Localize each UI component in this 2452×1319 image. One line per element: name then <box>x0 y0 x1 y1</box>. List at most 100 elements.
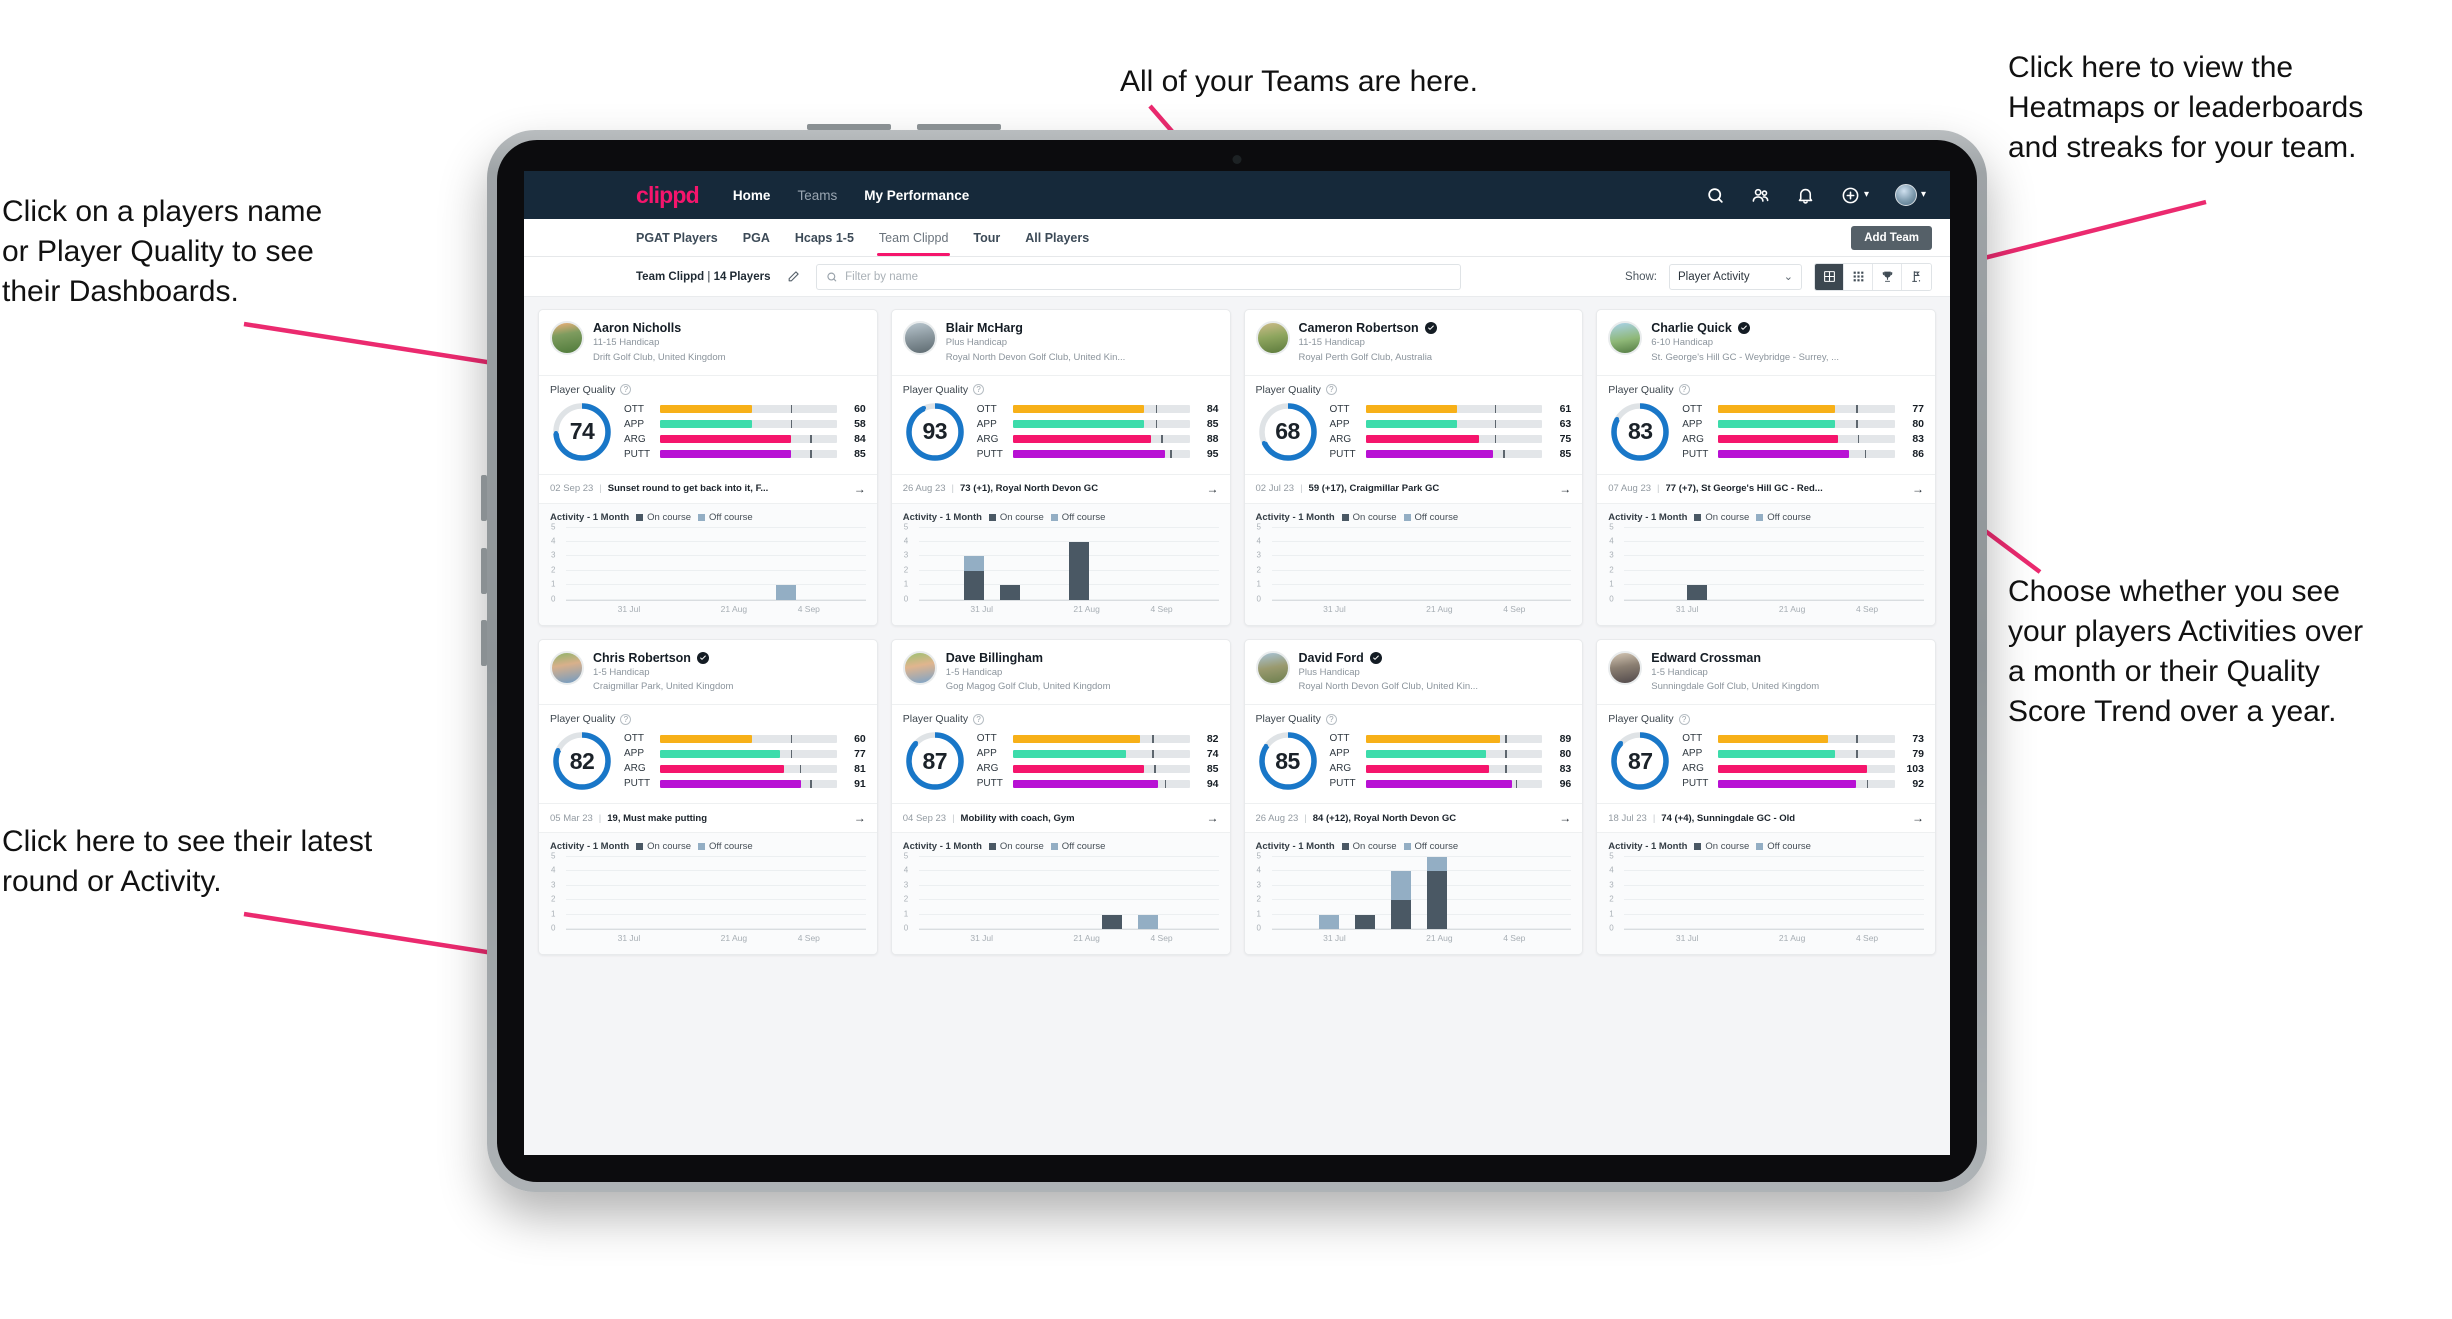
arrow-right-icon[interactable]: → <box>1912 811 1924 825</box>
player-quality-section[interactable]: Player Quality ? 82 OTT 60 APP 77 ARG 81… <box>539 704 877 803</box>
player-quality-ring[interactable]: 87 <box>1608 729 1672 793</box>
help-icon[interactable]: ? <box>1325 384 1337 396</box>
compact-grid-view-icon[interactable] <box>1844 263 1873 290</box>
player-quality-section[interactable]: Player Quality ? 83 OTT 77 APP 80 ARG 83… <box>1597 374 1935 474</box>
player-avatar[interactable] <box>1255 650 1290 685</box>
help-icon[interactable]: ? <box>620 384 632 396</box>
grid-view-icon[interactable] <box>1815 263 1844 290</box>
profile-menu[interactable]: ▾ <box>1894 184 1926 206</box>
player-quality-section[interactable]: Player Quality ? 68 OTT 61 APP 63 ARG 75… <box>1244 374 1583 474</box>
arrow-right-icon[interactable]: → <box>854 811 866 825</box>
tab-hcaps-1-5[interactable]: Hcaps 1-5 <box>795 219 854 256</box>
nav-link-teams[interactable]: Teams <box>797 188 837 203</box>
player-quality-ring[interactable]: 87 <box>903 729 967 793</box>
latest-round-row[interactable]: 07 Aug 23 | 77 (+7), St George's Hill GC… <box>1597 473 1935 503</box>
player-quality-ring[interactable]: 85 <box>1256 729 1320 793</box>
add-menu[interactable]: ▾ <box>1841 186 1869 205</box>
player-avatar[interactable] <box>902 650 937 685</box>
player-card-header[interactable]: Chris Robertson 1-5 Handicap Craigmillar… <box>539 640 877 705</box>
search-icon[interactable] <box>1706 186 1725 205</box>
arrow-right-icon[interactable]: → <box>1207 482 1219 496</box>
search-input[interactable] <box>845 270 1452 283</box>
player-card[interactable]: David Ford Plus Handicap Royal North Dev… <box>1243 638 1584 956</box>
player-avatar[interactable] <box>550 321 584 355</box>
player-avatar[interactable] <box>1608 650 1643 685</box>
latest-round-row[interactable]: 18 Jul 23 | 74 (+4), Sunningdale GC - Ol… <box>1597 803 1935 832</box>
latest-round-row[interactable]: 26 Aug 23 | 84 (+12), Royal North Devon … <box>1244 803 1583 832</box>
clippd-logo[interactable]: clippd <box>636 182 700 209</box>
arrow-right-icon[interactable]: → <box>1559 811 1571 825</box>
player-card-header[interactable]: Aaron Nicholls 11-15 Handicap Drift Golf… <box>539 310 877 375</box>
plus-circle-icon[interactable] <box>1841 186 1860 205</box>
skill-bar-track <box>1718 420 1895 429</box>
help-icon[interactable]: ? <box>620 713 632 725</box>
nav-link-home[interactable]: Home <box>733 188 771 203</box>
player-card-header[interactable]: Dave Billingham 1-5 Handicap Gog Magog G… <box>892 640 1230 705</box>
player-card-header[interactable]: Charlie Quick 6-10 Handicap St. George's… <box>1597 310 1935 375</box>
show-select[interactable]: Player Activity ⌄ <box>1669 263 1802 290</box>
latest-round-row[interactable]: 26 Aug 23 | 73 (+1), Royal North Devon G… <box>891 473 1230 503</box>
tab-team-clippd[interactable]: Team Clippd <box>876 219 951 256</box>
player-card-header[interactable]: David Ford Plus Handicap Royal North Dev… <box>1245 640 1583 705</box>
player-card-header[interactable]: Blair McHarg Plus Handicap Royal North D… <box>892 310 1230 375</box>
arrow-right-icon[interactable]: → <box>1207 811 1219 825</box>
search-field[interactable] <box>816 263 1462 290</box>
arrow-right-icon[interactable]: → <box>854 482 866 496</box>
player-card[interactable]: Blair McHarg Plus Handicap Royal North D… <box>890 309 1231 626</box>
add-team-button[interactable]: Add Team <box>1851 225 1932 250</box>
latest-round-row[interactable]: 02 Jul 23 | 59 (+17), Craigmillar Park G… <box>1244 473 1583 503</box>
help-icon[interactable]: ? <box>973 713 985 725</box>
bell-icon[interactable] <box>1796 186 1815 205</box>
arrow-right-icon[interactable]: → <box>1559 482 1571 496</box>
tab-all-players[interactable]: All Players <box>1025 219 1089 256</box>
help-icon[interactable]: ? <box>1678 384 1690 396</box>
player-card[interactable]: Edward Crossman 1-5 Handicap Sunningdale… <box>1596 638 1936 956</box>
player-quality-section[interactable]: Player Quality ? 74 OTT 60 APP 58 ARG 84… <box>539 374 877 474</box>
edit-team-button[interactable] <box>782 266 804 288</box>
latest-round-row[interactable]: 04 Sep 23 | Mobility with coach, Gym → <box>891 803 1230 832</box>
trophy-leaderboard-icon[interactable] <box>1873 263 1902 290</box>
player-card[interactable]: Dave Billingham 1-5 Handicap Gog Magog G… <box>890 638 1231 956</box>
player-card[interactable]: Cameron Robertson 11-15 Handicap Royal P… <box>1243 309 1584 626</box>
arrow-right-icon[interactable]: → <box>1912 482 1924 496</box>
player-quality-section[interactable]: Player Quality ? 93 OTT 84 APP 85 ARG 88… <box>891 374 1230 474</box>
player-name[interactable]: Dave Billingham <box>946 651 1043 665</box>
skill-value: 91 <box>854 777 866 790</box>
latest-round-row[interactable]: 02 Sep 23 | Sunset round to get back int… <box>539 473 877 503</box>
flag-heatmap-icon[interactable] <box>1902 263 1931 290</box>
latest-round-row[interactable]: 05 Mar 23 | 19, Must make putting → <box>539 803 877 832</box>
player-card[interactable]: Charlie Quick 6-10 Handicap St. George's… <box>1596 309 1936 626</box>
help-icon[interactable]: ? <box>1325 713 1337 725</box>
player-card[interactable]: Aaron Nicholls 11-15 Handicap Drift Golf… <box>538 309 878 626</box>
player-avatar[interactable] <box>902 321 937 355</box>
nav-link-my-performance[interactable]: My Performance <box>864 188 969 203</box>
tab-pga[interactable]: PGA <box>743 219 770 256</box>
avatar[interactable] <box>1894 184 1917 206</box>
people-icon[interactable] <box>1751 186 1770 205</box>
help-icon[interactable]: ? <box>1678 713 1690 725</box>
player-name[interactable]: David Ford <box>1299 651 1364 665</box>
player-quality-ring[interactable]: 68 <box>1256 400 1320 464</box>
player-card-header[interactable]: Cameron Robertson 11-15 Handicap Royal P… <box>1245 310 1583 375</box>
player-quality-section[interactable]: Player Quality ? 87 OTT 82 APP 74 ARG 85… <box>891 704 1230 803</box>
player-quality-section[interactable]: Player Quality ? 85 OTT 89 APP 80 ARG 83… <box>1244 704 1583 803</box>
player-name[interactable]: Chris Robertson <box>593 651 691 665</box>
player-name[interactable]: Edward Crossman <box>1651 651 1761 665</box>
player-quality-section[interactable]: Player Quality ? 87 OTT 73 APP 79 ARG 10… <box>1597 704 1935 803</box>
player-name[interactable]: Blair McHarg <box>946 321 1023 335</box>
player-avatar[interactable] <box>1255 321 1290 355</box>
player-quality-ring[interactable]: 74 <box>550 400 614 464</box>
player-avatar[interactable] <box>1608 321 1643 355</box>
player-card[interactable]: Chris Robertson 1-5 Handicap Craigmillar… <box>538 638 878 956</box>
player-name[interactable]: Cameron Robertson <box>1299 321 1419 335</box>
player-quality-ring[interactable]: 93 <box>903 400 967 464</box>
help-icon[interactable]: ? <box>973 384 985 396</box>
tab-pgat-players[interactable]: PGAT Players <box>636 219 718 256</box>
player-quality-ring[interactable]: 82 <box>550 729 614 793</box>
tab-tour[interactable]: Tour <box>973 219 1000 256</box>
player-quality-ring[interactable]: 83 <box>1608 400 1672 464</box>
player-name[interactable]: Aaron Nicholls <box>593 321 681 335</box>
player-card-header[interactable]: Edward Crossman 1-5 Handicap Sunningdale… <box>1597 640 1935 705</box>
player-name[interactable]: Charlie Quick <box>1651 321 1732 335</box>
player-avatar[interactable] <box>550 650 584 685</box>
